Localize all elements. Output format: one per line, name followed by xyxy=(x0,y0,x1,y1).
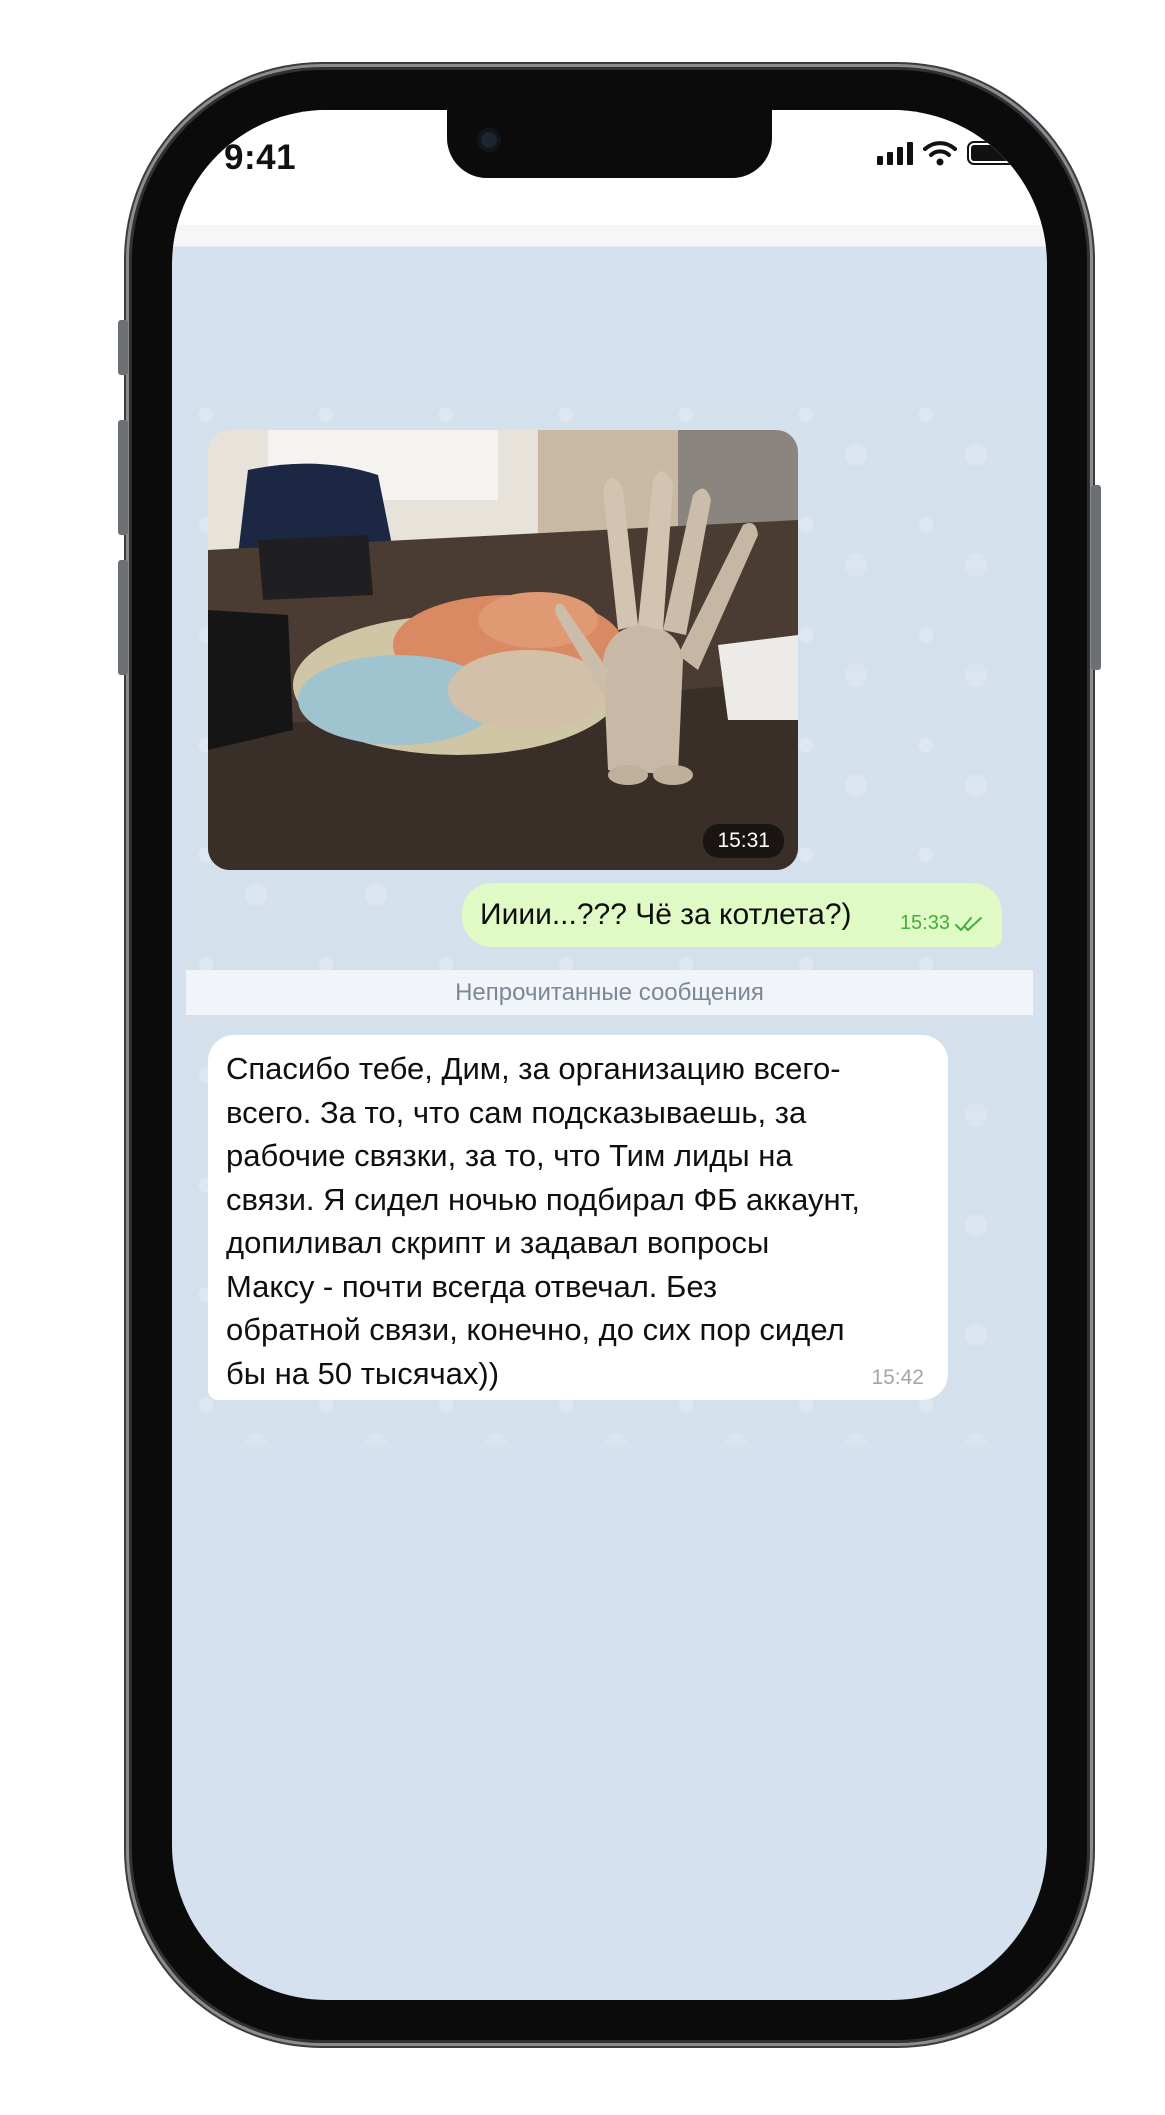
notch xyxy=(447,110,772,178)
photo-image xyxy=(208,430,798,870)
phone-screen: 9:41 15:31 Ииии...??? Чё за котлета?) 15… xyxy=(172,110,1047,2000)
double-check-icon xyxy=(955,916,982,931)
message-meta: 15:33 xyxy=(900,912,984,935)
message-time: 15:42 xyxy=(871,1366,924,1389)
message-time: 15:33 xyxy=(899,912,950,934)
silent-switch xyxy=(118,320,128,375)
message-time: 15:31 xyxy=(703,824,784,858)
power-button xyxy=(1091,485,1101,670)
volume-up-button xyxy=(118,420,128,535)
cellular-signal-icon xyxy=(877,141,913,165)
photo-message[interactable]: 15:31 xyxy=(208,430,798,870)
front-camera-icon xyxy=(477,128,501,152)
wifi-icon xyxy=(923,141,957,166)
status-time: 9:41 xyxy=(224,138,297,177)
message-text: Ииии...??? Чё за котлета?) xyxy=(480,898,852,931)
incoming-message[interactable]: Спасибо тебе, Дим, за организацию всего-… xyxy=(208,1035,948,1400)
status-icons xyxy=(877,140,1022,166)
battery-icon xyxy=(967,141,1022,165)
volume-down-button xyxy=(118,560,128,675)
unread-messages-separator: Непрочитанные сообщения xyxy=(186,970,1033,1015)
outgoing-message[interactable]: Ииии...??? Чё за котлета?) 15:33 xyxy=(462,883,1002,947)
message-text: Спасибо тебе, Дим, за организацию всего-… xyxy=(226,1051,860,1391)
phone-frame: 9:41 15:31 Ииии...??? Чё за котлета?) 15… xyxy=(118,70,1101,2040)
unread-separator-label: Непрочитанные сообщения xyxy=(455,978,764,1006)
status-bar: 9:41 xyxy=(172,110,1047,225)
chat-header-strip xyxy=(172,225,1047,247)
